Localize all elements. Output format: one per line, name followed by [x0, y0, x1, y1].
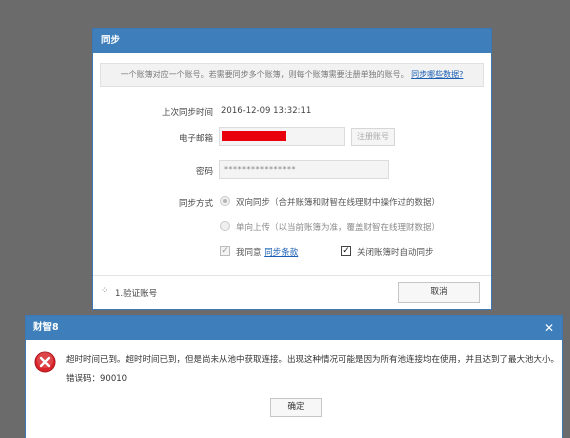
- sync-notice-text: 一个账簿对应一个账号。若需要同步多个账簿，则每个账簿需要注册单独的账号。: [120, 70, 409, 79]
- password-value: ****************: [224, 165, 296, 174]
- agree-text: 我同意: [236, 248, 262, 258]
- password-field[interactable]: ****************: [219, 160, 389, 179]
- sync-notice: 一个账簿对应一个账号。若需要同步多个账簿，则每个账簿需要注册单独的账号。 同步哪…: [100, 63, 484, 87]
- cancel-button[interactable]: 取消: [398, 282, 480, 303]
- ok-button[interactable]: 确定: [270, 398, 322, 417]
- sync-data-link[interactable]: 同步哪些数据?: [411, 70, 463, 79]
- auto-sync-checkbox[interactable]: ✓: [341, 246, 351, 256]
- close-icon[interactable]: ✕: [544, 316, 554, 340]
- email-label: 电子邮箱: [178, 134, 213, 144]
- two-way-sync-label: 双向同步（合并账簿和财智在线理财中操作过的数据）: [236, 198, 441, 208]
- sync-mode-label: 同步方式: [178, 199, 213, 209]
- loading-spinner-icon: ⁘: [101, 286, 109, 296]
- sync-terms-link[interactable]: 同步条款: [264, 248, 298, 258]
- redacted-email: [222, 131, 286, 141]
- error-dialog-titlebar: 财智8 ✕: [26, 316, 562, 340]
- sync-status-text: 1.验证账号: [115, 289, 158, 299]
- error-icon: [34, 351, 56, 373]
- error-message: 超时时间已到。超时时间已到，但是尚未从池中获取连接。出现这种情况可能是因为所有池…: [66, 355, 560, 365]
- auto-sync-label: 关闭账簿时自动同步: [357, 248, 434, 258]
- agree-row: 我同意 同步条款: [236, 246, 298, 258]
- last-sync-label: 上次同步时间: [161, 108, 213, 118]
- two-way-sync-radio[interactable]: [220, 196, 230, 206]
- error-dialog-title: 财智8: [33, 322, 59, 333]
- email-field[interactable]: [219, 127, 345, 146]
- upload-only-label: 单向上传（以当前账簿为准，覆盖财智在线理财数据）: [236, 223, 441, 233]
- sync-dialog-title: 同步: [93, 29, 491, 53]
- agree-checkbox[interactable]: ✓: [220, 246, 230, 256]
- sync-dialog: 同步 一个账簿对应一个账号。若需要同步多个账簿，则每个账簿需要注册单独的账号。 …: [92, 28, 492, 310]
- error-dialog: 财智8 ✕ 超时时间已到。超时时间已到，但是尚未从池中获取连接。出现这种情况可能…: [25, 315, 563, 438]
- password-label: 密码: [195, 167, 213, 177]
- error-code: 错误码：90010: [66, 374, 128, 384]
- last-sync-value: 2016-12-09 13:32:11: [221, 106, 312, 116]
- register-account-button[interactable]: 注册账号: [351, 128, 395, 146]
- upload-only-radio[interactable]: [220, 221, 230, 231]
- sync-footer: ⁘ 1.验证账号 取消: [93, 275, 491, 310]
